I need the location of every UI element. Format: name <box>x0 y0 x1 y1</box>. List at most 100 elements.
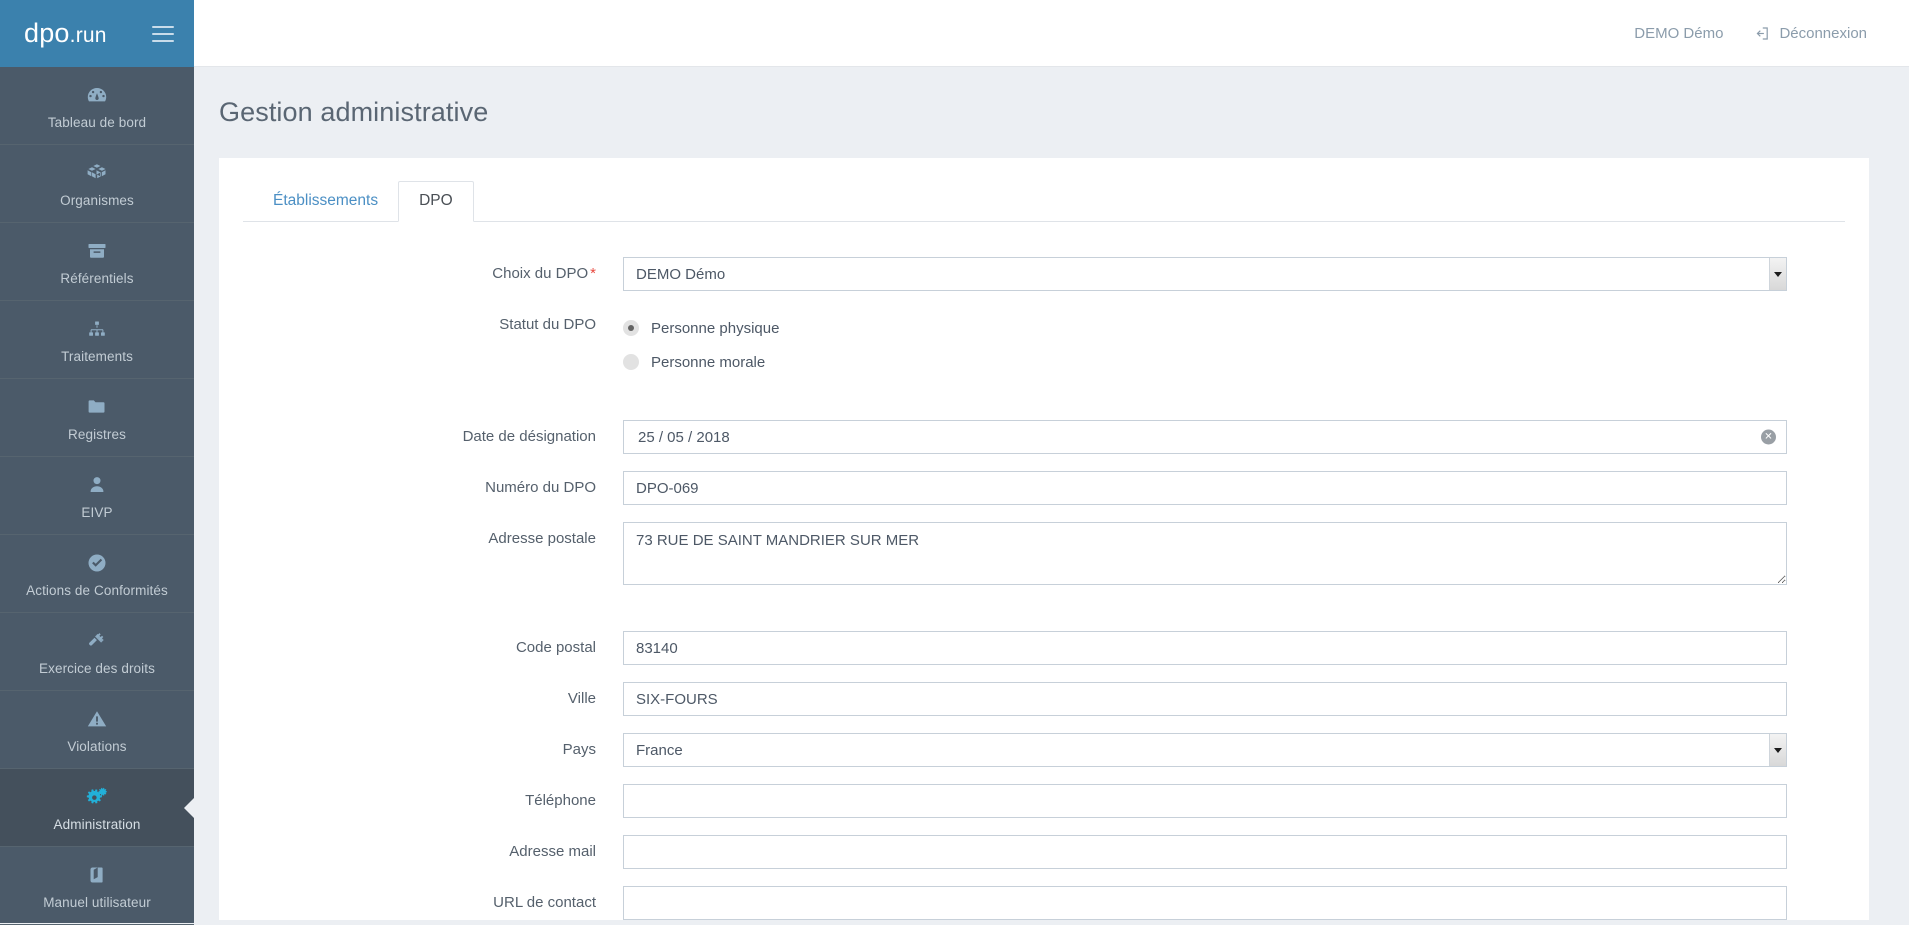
label-choix-dpo: Choix du DPO * <box>492 265 596 282</box>
logout-button[interactable]: Déconnexion <box>1753 25 1867 42</box>
sidebar-item-exercice-des-droits[interactable]: Exercice des droits <box>0 613 194 691</box>
clear-circle-icon[interactable]: ✕ <box>1761 429 1776 445</box>
sidebar-item-eivp[interactable]: EIVP <box>0 457 194 535</box>
field-row-choix-dpo: Choix du DPO * DEMO Démo <box>243 257 1845 291</box>
code-postal-input[interactable] <box>623 631 1787 665</box>
sidebar-item-label: Organismes <box>60 192 134 208</box>
folder-icon <box>84 394 110 420</box>
pays-select[interactable]: France <box>623 733 1787 767</box>
label-pays: Pays <box>562 741 596 758</box>
sidebar-item-label: Actions de Conformités <box>26 582 168 598</box>
tab-dpo[interactable]: DPO <box>398 181 474 222</box>
radio-label: Personne physique <box>651 319 780 337</box>
sidebar-item-manuel-utilisateur[interactable]: Manuel utilisateur <box>0 847 194 925</box>
field-row-pays: Pays France <box>243 733 1845 767</box>
telephone-input[interactable] <box>623 784 1787 818</box>
label-numero-dpo: Numéro du DPO <box>485 479 596 496</box>
user-icon <box>84 472 110 498</box>
app-logo: dpo.run <box>24 20 107 47</box>
label-adresse-postale: Adresse postale <box>488 530 596 547</box>
label-code-postal: Code postal <box>515 639 596 656</box>
sidebar-item-administration[interactable]: Administration <box>0 769 194 847</box>
sidebar-item-actions-de-conformites[interactable]: Actions de Conformités <box>0 535 194 613</box>
field-date-designation: ✕ <box>623 420 1787 454</box>
gears-icon <box>84 784 110 810</box>
field-code-postal <box>623 631 1787 665</box>
field-row-code-postal: Code postal <box>243 631 1845 665</box>
url-contact-input[interactable] <box>623 886 1787 920</box>
sidebar-item-label: Registres <box>68 426 126 442</box>
field-choix-dpo: DEMO Démo <box>623 257 1787 291</box>
field-row-statut-dpo: Statut du DPO Personne physique Personne… <box>243 308 1845 379</box>
sitemap-icon <box>84 316 110 342</box>
sidebar-item-label: Tableau de bord <box>47 114 147 130</box>
adresse-postale-textarea[interactable]: 73 RUE DE SAINT MANDRIER SUR MER <box>623 522 1787 585</box>
warning-triangle-icon <box>84 706 110 732</box>
radio-indicator <box>623 320 639 336</box>
boxes-icon <box>84 160 110 186</box>
numero-dpo-input[interactable] <box>623 471 1787 505</box>
sign-out-icon <box>1753 25 1770 42</box>
sidebar-item-label: Manuel utilisateur <box>43 894 151 910</box>
gavel-icon <box>84 628 110 654</box>
radio-personne-morale[interactable]: Personne morale <box>623 345 1787 379</box>
current-user-label: DEMO Démo <box>1634 24 1724 42</box>
field-url-contact <box>623 886 1787 920</box>
sidebar-item-label: Traitements <box>61 348 133 364</box>
label-ville: Ville <box>567 690 596 707</box>
label-url-contact: URL de contact <box>493 894 596 911</box>
content-card: Établissements DPO Choix du DPO * DEMO Dé… <box>219 158 1869 920</box>
hamburger-icon[interactable] <box>152 25 174 42</box>
choix-dpo-select[interactable]: DEMO Démo <box>623 257 1787 291</box>
sidebar-item-referentiels[interactable]: Référentiels <box>0 223 194 301</box>
field-row-url-contact: URL de contact <box>243 886 1845 920</box>
logout-label: Déconnexion <box>1779 24 1867 42</box>
book-icon <box>84 862 110 888</box>
brand-header: dpo.run <box>0 0 194 67</box>
page-title: Gestion administrative <box>219 97 489 127</box>
field-adresse-postale: 73 RUE DE SAINT MANDRIER SUR MER <box>623 522 1787 590</box>
form-spacer <box>243 607 1845 631</box>
field-row-date-designation: Date de désignation ✕ <box>243 420 1845 454</box>
logo-main: dpo <box>24 18 70 48</box>
field-ville <box>623 682 1787 716</box>
sidebar-item-label: Administration <box>53 816 141 832</box>
field-adresse-mail <box>623 835 1787 869</box>
sidebar-item-organismes[interactable]: Organismes <box>0 145 194 223</box>
ville-input[interactable] <box>623 682 1787 716</box>
tab-etablissements[interactable]: Établissements <box>253 182 398 221</box>
sidebar-item-traitements[interactable]: Traitements <box>0 301 194 379</box>
field-telephone <box>623 784 1787 818</box>
field-row-adresse-mail: Adresse mail <box>243 835 1845 869</box>
label-telephone: Téléphone <box>525 792 596 809</box>
logo-suffix: .run <box>69 24 107 47</box>
form-spacer <box>243 396 1845 420</box>
label-statut-dpo: Statut du DPO <box>499 316 596 333</box>
sidebar-item-label: EIVP <box>81 504 113 520</box>
sidebar-item-tableau-de-bord[interactable]: Tableau de bord <box>0 67 194 145</box>
field-statut-dpo: Personne physique Personne morale <box>623 308 1787 379</box>
sidebar-item-registres[interactable]: Registres <box>0 379 194 457</box>
field-row-numero-dpo: Numéro du DPO <box>243 471 1845 505</box>
archive-box-icon <box>84 238 110 264</box>
radio-indicator <box>623 354 639 370</box>
sidebar-item-label: Violations <box>67 738 127 754</box>
tab-bar: Établissements DPO <box>243 180 1845 222</box>
radio-label: Personne morale <box>651 353 766 371</box>
sidebar-item-label: Exercice des droits <box>39 660 155 676</box>
adresse-mail-input[interactable] <box>623 835 1787 869</box>
date-designation-input[interactable] <box>623 420 1787 454</box>
field-row-ville: Ville <box>243 682 1845 716</box>
dashboard-gauge-icon <box>84 82 110 108</box>
field-row-telephone: Téléphone <box>243 784 1845 818</box>
dpo-form: Choix du DPO * DEMO Démo Statut du DPO P… <box>243 222 1845 920</box>
label-adresse-mail: Adresse mail <box>509 843 596 860</box>
topbar: DEMO Démo Déconnexion <box>194 0 1909 67</box>
sidebar-item-violations[interactable]: Violations <box>0 691 194 769</box>
radio-personne-physique[interactable]: Personne physique <box>623 311 1787 345</box>
field-row-adresse-postale: Adresse postale 73 RUE DE SAINT MANDRIER… <box>243 522 1845 590</box>
required-asterisk: * <box>590 265 596 282</box>
check-circle-icon <box>84 550 110 576</box>
sidebar: dpo.run Tableau de bord Organismes Référ… <box>0 0 194 925</box>
label-date-designation: Date de désignation <box>462 428 596 445</box>
